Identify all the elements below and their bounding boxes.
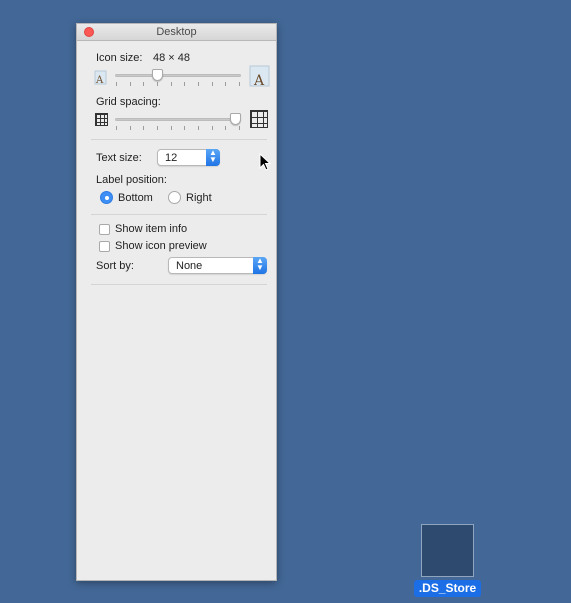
icon-size-label: Icon size: bbox=[96, 52, 143, 64]
icon-size-value: 48 × 48 bbox=[153, 52, 191, 64]
slider-tick bbox=[239, 82, 240, 86]
slider-tick bbox=[212, 126, 213, 130]
slider-tick bbox=[130, 126, 131, 130]
show-item-info-label[interactable]: Show item info bbox=[115, 223, 187, 235]
grid-spacing-slider-track[interactable] bbox=[115, 118, 241, 121]
sort-by-select[interactable]: None ▲ ▼ bbox=[168, 257, 267, 274]
stepper-arrows-icon: ▲ ▼ bbox=[253, 257, 267, 274]
slider-tick bbox=[116, 82, 117, 86]
mouse-pointer-icon bbox=[259, 153, 271, 171]
title-bar[interactable]: Desktop bbox=[77, 24, 276, 41]
slider-tick bbox=[225, 126, 226, 130]
small-icon-preview-icon: A bbox=[94, 70, 107, 86]
small-grid-icon bbox=[95, 113, 108, 126]
slider-tick bbox=[143, 126, 144, 130]
show-item-info-checkbox[interactable] bbox=[99, 224, 110, 235]
radio-right-label[interactable]: Right bbox=[186, 192, 212, 204]
slider-tick bbox=[225, 82, 226, 86]
large-icon-preview-icon: A bbox=[249, 65, 270, 88]
slider-tick bbox=[184, 126, 185, 130]
radio-bottom[interactable] bbox=[100, 191, 113, 204]
slider-tick bbox=[212, 82, 213, 86]
grid-spacing-label: Grid spacing: bbox=[96, 96, 161, 108]
close-button[interactable] bbox=[84, 27, 94, 37]
slider-tick bbox=[171, 82, 172, 86]
separator bbox=[91, 284, 267, 285]
separator bbox=[91, 139, 267, 140]
show-icon-preview-label[interactable]: Show icon preview bbox=[115, 240, 207, 252]
separator bbox=[91, 214, 267, 215]
svg-text:A: A bbox=[253, 73, 265, 88]
sort-by-value: None bbox=[176, 260, 203, 272]
view-options-panel: Desktop Icon size: 48 × 48 A A Grid spac… bbox=[76, 23, 277, 581]
text-size-value: 12 bbox=[165, 152, 178, 164]
radio-bottom-label[interactable]: Bottom bbox=[118, 192, 153, 204]
slider-tick bbox=[198, 126, 199, 130]
slider-tick bbox=[116, 126, 117, 130]
file-label[interactable]: .DS_Store bbox=[414, 580, 481, 597]
slider-tick bbox=[184, 82, 185, 86]
window-title: Desktop bbox=[156, 26, 197, 38]
icon-size-slider-ticks bbox=[116, 82, 240, 86]
large-grid-icon bbox=[250, 110, 268, 128]
svg-text:A: A bbox=[95, 75, 104, 86]
slider-tick bbox=[143, 82, 144, 86]
icon-size-slider-track[interactable] bbox=[115, 74, 241, 77]
slider-tick bbox=[171, 126, 172, 130]
sort-by-label: Sort by: bbox=[96, 260, 134, 272]
slider-tick bbox=[130, 82, 131, 86]
radio-right[interactable] bbox=[168, 191, 181, 204]
label-position-label: Label position: bbox=[96, 174, 167, 186]
slider-tick bbox=[157, 126, 158, 130]
slider-tick bbox=[198, 82, 199, 86]
grid-spacing-slider-ticks bbox=[116, 126, 240, 130]
grid-spacing-slider-knob[interactable] bbox=[230, 113, 241, 125]
text-size-select[interactable]: 12 ▲ ▼ bbox=[157, 149, 220, 166]
stepper-arrows-icon: ▲ ▼ bbox=[206, 149, 220, 166]
file-icon[interactable] bbox=[421, 524, 474, 577]
show-icon-preview-checkbox[interactable] bbox=[99, 241, 110, 252]
slider-tick bbox=[157, 82, 158, 86]
text-size-label: Text size: bbox=[96, 152, 142, 164]
slider-tick bbox=[239, 126, 240, 130]
icon-size-slider-knob[interactable] bbox=[152, 69, 163, 81]
